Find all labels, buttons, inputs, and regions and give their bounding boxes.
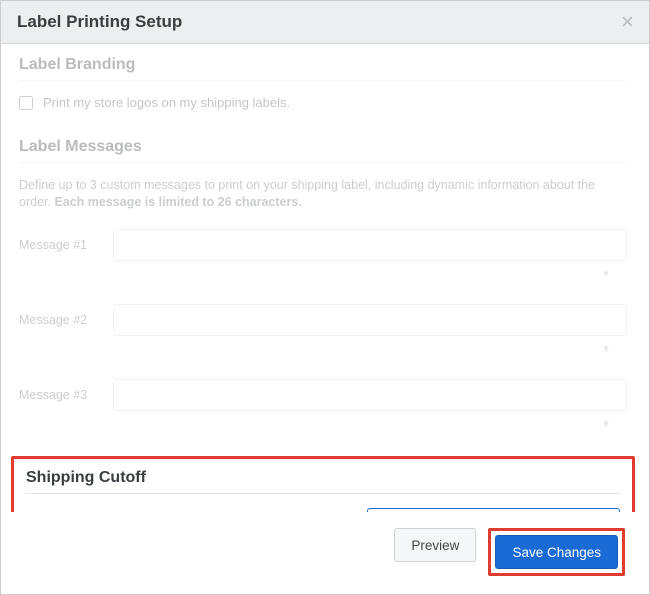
chevron-down-icon[interactable]: ▼ xyxy=(601,344,611,355)
label-branding-section: Label Branding Print my store logos on m… xyxy=(19,56,627,110)
chevron-down-icon[interactable]: ▼ xyxy=(601,419,611,430)
branding-checkbox-row[interactable]: Print my store logos on my shipping labe… xyxy=(19,95,627,110)
message-label: Message #2 xyxy=(19,313,101,327)
message-row-2: Message #2 xyxy=(19,304,627,336)
cutoff-heading: Shipping Cutoff xyxy=(26,469,620,494)
message-label: Message #3 xyxy=(19,388,101,402)
messages-help: Define up to 3 custom messages to print … xyxy=(19,177,627,211)
branding-heading: Label Branding xyxy=(19,56,627,81)
label-messages-section: Label Messages Define up to 3 custom mes… xyxy=(19,138,627,430)
message-label: Message #1 xyxy=(19,238,101,252)
message-input-1[interactable] xyxy=(113,229,627,261)
message-row-3: Message #3 xyxy=(19,379,627,411)
branding-checkbox[interactable] xyxy=(19,96,33,110)
save-button[interactable]: Save Changes xyxy=(495,535,618,569)
messages-heading: Label Messages xyxy=(19,138,627,163)
modal-footer: Preview Save Changes xyxy=(1,512,641,594)
message-input-3[interactable] xyxy=(113,379,627,411)
close-icon[interactable]: × xyxy=(621,11,634,33)
modal-body: Label Branding Print my store logos on m… xyxy=(1,44,649,594)
chevron-down-icon[interactable]: ▼ xyxy=(601,269,611,280)
messages-help-limit: Each message is limited to 26 characters… xyxy=(54,195,301,209)
modal-title: Label Printing Setup xyxy=(17,12,182,32)
preview-button[interactable]: Preview xyxy=(394,528,476,562)
message-input-2[interactable] xyxy=(113,304,627,336)
message-row-1: Message #1 xyxy=(19,229,627,261)
save-highlight: Save Changes xyxy=(488,528,625,576)
modal-header: Label Printing Setup × xyxy=(1,1,649,44)
branding-checkbox-label: Print my store logos on my shipping labe… xyxy=(43,95,290,110)
